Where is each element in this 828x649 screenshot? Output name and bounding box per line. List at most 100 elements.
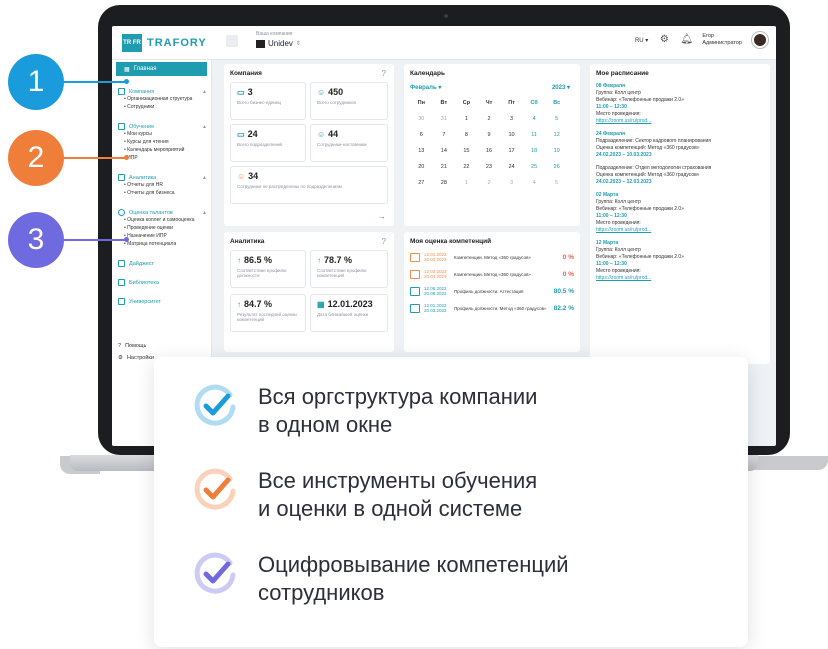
- schedule-event[interactable]: 08 Февраля Группа: Колл центр Вебинар: «Те…: [596, 83, 764, 125]
- sidebar-link[interactable]: Отчеты для HR: [124, 181, 211, 189]
- sidebar-link[interactable]: Организационная структура: [124, 95, 211, 103]
- calendar-day[interactable]: 4: [523, 180, 546, 186]
- kpi-desc: Соответствие профилю должности: [237, 268, 287, 278]
- calendar-day[interactable]: 10: [500, 132, 523, 138]
- calendar-day[interactable]: 16: [478, 148, 501, 154]
- calendar-day[interactable]: 3: [500, 116, 523, 122]
- home-grid-icon: ▦: [124, 66, 130, 73]
- features-card: Вся оргструктура компании в одном окне Вс…: [154, 357, 748, 647]
- bell-icon[interactable]: 🔔︎: [680, 34, 693, 46]
- calendar-day[interactable]: 1: [455, 116, 478, 122]
- month-select[interactable]: Февраль ▾: [410, 84, 441, 91]
- user-info[interactable]: Егор Администратор: [702, 33, 742, 47]
- event-time: 24.02.2023 – 12.03.2023: [596, 179, 652, 185]
- calendar-day[interactable]: 11: [523, 132, 546, 138]
- calendar-day[interactable]: 20: [410, 164, 433, 170]
- event-line: Подразделение: Сектор кадрового планиров…: [596, 138, 712, 144]
- calendar-day[interactable]: 1: [455, 180, 478, 186]
- sidebar-link[interactable]: Курсы для чтения: [124, 138, 211, 146]
- competency-row[interactable]: 12.01.2022 20.03.2022 Профиль должности. …: [410, 303, 574, 313]
- competency-row[interactable]: 12.03.2023 20.04.2023 Компетенции. Метод …: [410, 269, 574, 279]
- sidebar-link[interactable]: Оценка коллег и самооценка: [124, 216, 211, 224]
- calendar-day[interactable]: 6: [410, 132, 433, 138]
- kpi-departments: ▭ 24 Всего подразделений: [230, 124, 306, 162]
- event-date: 08 Февраля: [596, 83, 626, 89]
- chevron-up-icon: ▲: [202, 174, 207, 181]
- calendar-day[interactable]: 4: [523, 116, 546, 122]
- schedule-event[interactable]: 24 Февраля Подразделение: Сектор кадровог…: [596, 131, 764, 159]
- calendar-day[interactable]: 22: [455, 164, 478, 170]
- event-link[interactable]: https://zoom.us/ru/prod...: [596, 118, 764, 125]
- calendar-day[interactable]: 26: [545, 164, 568, 170]
- schedule-event[interactable]: 02 Марта Группа: Колл центр Вебинар: «Теле…: [596, 192, 764, 234]
- kpi-value: 84.7 %: [244, 299, 273, 309]
- calendar-day[interactable]: 28: [433, 180, 456, 186]
- competencies-panel: Моя оценка компетенций 12.01.2023 20.02.…: [404, 232, 580, 352]
- calendar-day[interactable]: 2: [478, 180, 501, 186]
- competency-row[interactable]: 12.08.2022 20.08.2022 Профиль должности. …: [410, 286, 574, 296]
- calendar-day[interactable]: 14: [433, 148, 456, 154]
- briefcase-icon: ▭: [237, 130, 245, 139]
- calendar-day[interactable]: 25: [523, 164, 546, 170]
- calendar-day[interactable]: 30: [410, 116, 433, 122]
- sidebar-item-home[interactable]: ▦ Главная: [116, 62, 207, 76]
- help-icon[interactable]: ?: [382, 237, 386, 246]
- help-icon: ?: [118, 343, 122, 349]
- arrow-right-icon[interactable]: →: [378, 212, 386, 221]
- calendar-day[interactable]: 23: [478, 164, 501, 170]
- help-icon[interactable]: ?: [382, 69, 386, 78]
- trafory-logo[interactable]: TR FR TRAFORY: [122, 34, 207, 52]
- calendar-day[interactable]: 9: [478, 132, 501, 138]
- sidebar-section-company[interactable]: Компания ▲: [118, 88, 207, 95]
- sidebar-link[interactable]: Сотрудники: [124, 103, 211, 111]
- language-select[interactable]: RU ▾: [635, 37, 648, 44]
- calendar-icon: [410, 286, 420, 296]
- company-switcher[interactable]: Ваша компания Unidev ⇕: [256, 31, 301, 48]
- sidebar-link[interactable]: Мои курсы: [124, 130, 211, 138]
- kpi-value: 78.7 %: [324, 255, 353, 265]
- sidebar-item-help[interactable]: ? Помощь: [118, 343, 207, 349]
- event-link[interactable]: https://zoom.us/ru/prod...: [596, 275, 764, 282]
- calendar-day[interactable]: 13: [410, 148, 433, 154]
- calendar-day[interactable]: 3: [500, 180, 523, 186]
- calendar-day[interactable]: 7: [433, 132, 456, 138]
- calendar-icon: ▦: [317, 300, 325, 309]
- calendar-day[interactable]: 8: [455, 132, 478, 138]
- calendar-day[interactable]: 27: [410, 180, 433, 186]
- sidebar-section-learning[interactable]: Обучение ▲: [118, 123, 207, 130]
- language-value: RU: [634, 37, 644, 44]
- sidebar-link[interactable]: Календарь мероприятий: [124, 146, 211, 154]
- sidebar-link[interactable]: Проведение оценки: [124, 224, 211, 232]
- calendar-day[interactable]: 2: [478, 116, 501, 122]
- sidebar-section-talent[interactable]: Оценка талантов ▲: [118, 209, 207, 216]
- sidebar-item-digest[interactable]: Дайджест: [118, 260, 207, 267]
- competency-text: Профиль должности. Метод «360 градусов»: [454, 305, 547, 311]
- calendar-day[interactable]: 5: [545, 180, 568, 186]
- calendar-day[interactable]: 18: [523, 148, 546, 154]
- settings-gear-icon[interactable]: ⚙: [658, 34, 670, 46]
- calendar-day[interactable]: 12: [545, 132, 568, 138]
- weekday-label: Вс: [553, 100, 561, 106]
- schedule-event[interactable]: 12 Марта Группа: Колл центр Вебинар: «Теле…: [596, 240, 764, 282]
- calendar-day[interactable]: 21: [433, 164, 456, 170]
- year-select[interactable]: 2023 ▾: [552, 84, 570, 91]
- calendar-day[interactable]: 31: [433, 116, 456, 122]
- calendar-day[interactable]: 17: [500, 148, 523, 154]
- sidebar-item-library[interactable]: Библиотека: [118, 279, 207, 286]
- sidebar-toggle-button[interactable]: [226, 35, 238, 47]
- calendar-day[interactable]: 5: [545, 116, 568, 122]
- event-link[interactable]: https://zoom.us/ru/prod...: [596, 227, 764, 234]
- schedule-event[interactable]: Подразделение: Отдел методологии страхов…: [596, 165, 764, 186]
- sidebar-link[interactable]: ИПР: [124, 154, 211, 162]
- calendar-day[interactable]: 24: [500, 164, 523, 170]
- competency-row[interactable]: 12.01.2023 20.02.2023 Компетенции. Метод …: [410, 252, 574, 262]
- feature-item: Оцифровывание компетенций сотрудников: [192, 551, 569, 607]
- calendar-day[interactable]: 15: [455, 148, 478, 154]
- sidebar-section-analytics[interactable]: Аналитика ▲: [118, 174, 207, 181]
- sidebar-link[interactable]: Матрица потенциала: [124, 240, 211, 248]
- calendar-day[interactable]: 19: [545, 148, 568, 154]
- sidebar-link[interactable]: Назначение ИПР: [124, 232, 211, 240]
- avatar[interactable]: [752, 32, 768, 48]
- sidebar-link[interactable]: Отчеты для бизнеса: [124, 189, 211, 197]
- sidebar-item-university[interactable]: Университет: [118, 298, 207, 305]
